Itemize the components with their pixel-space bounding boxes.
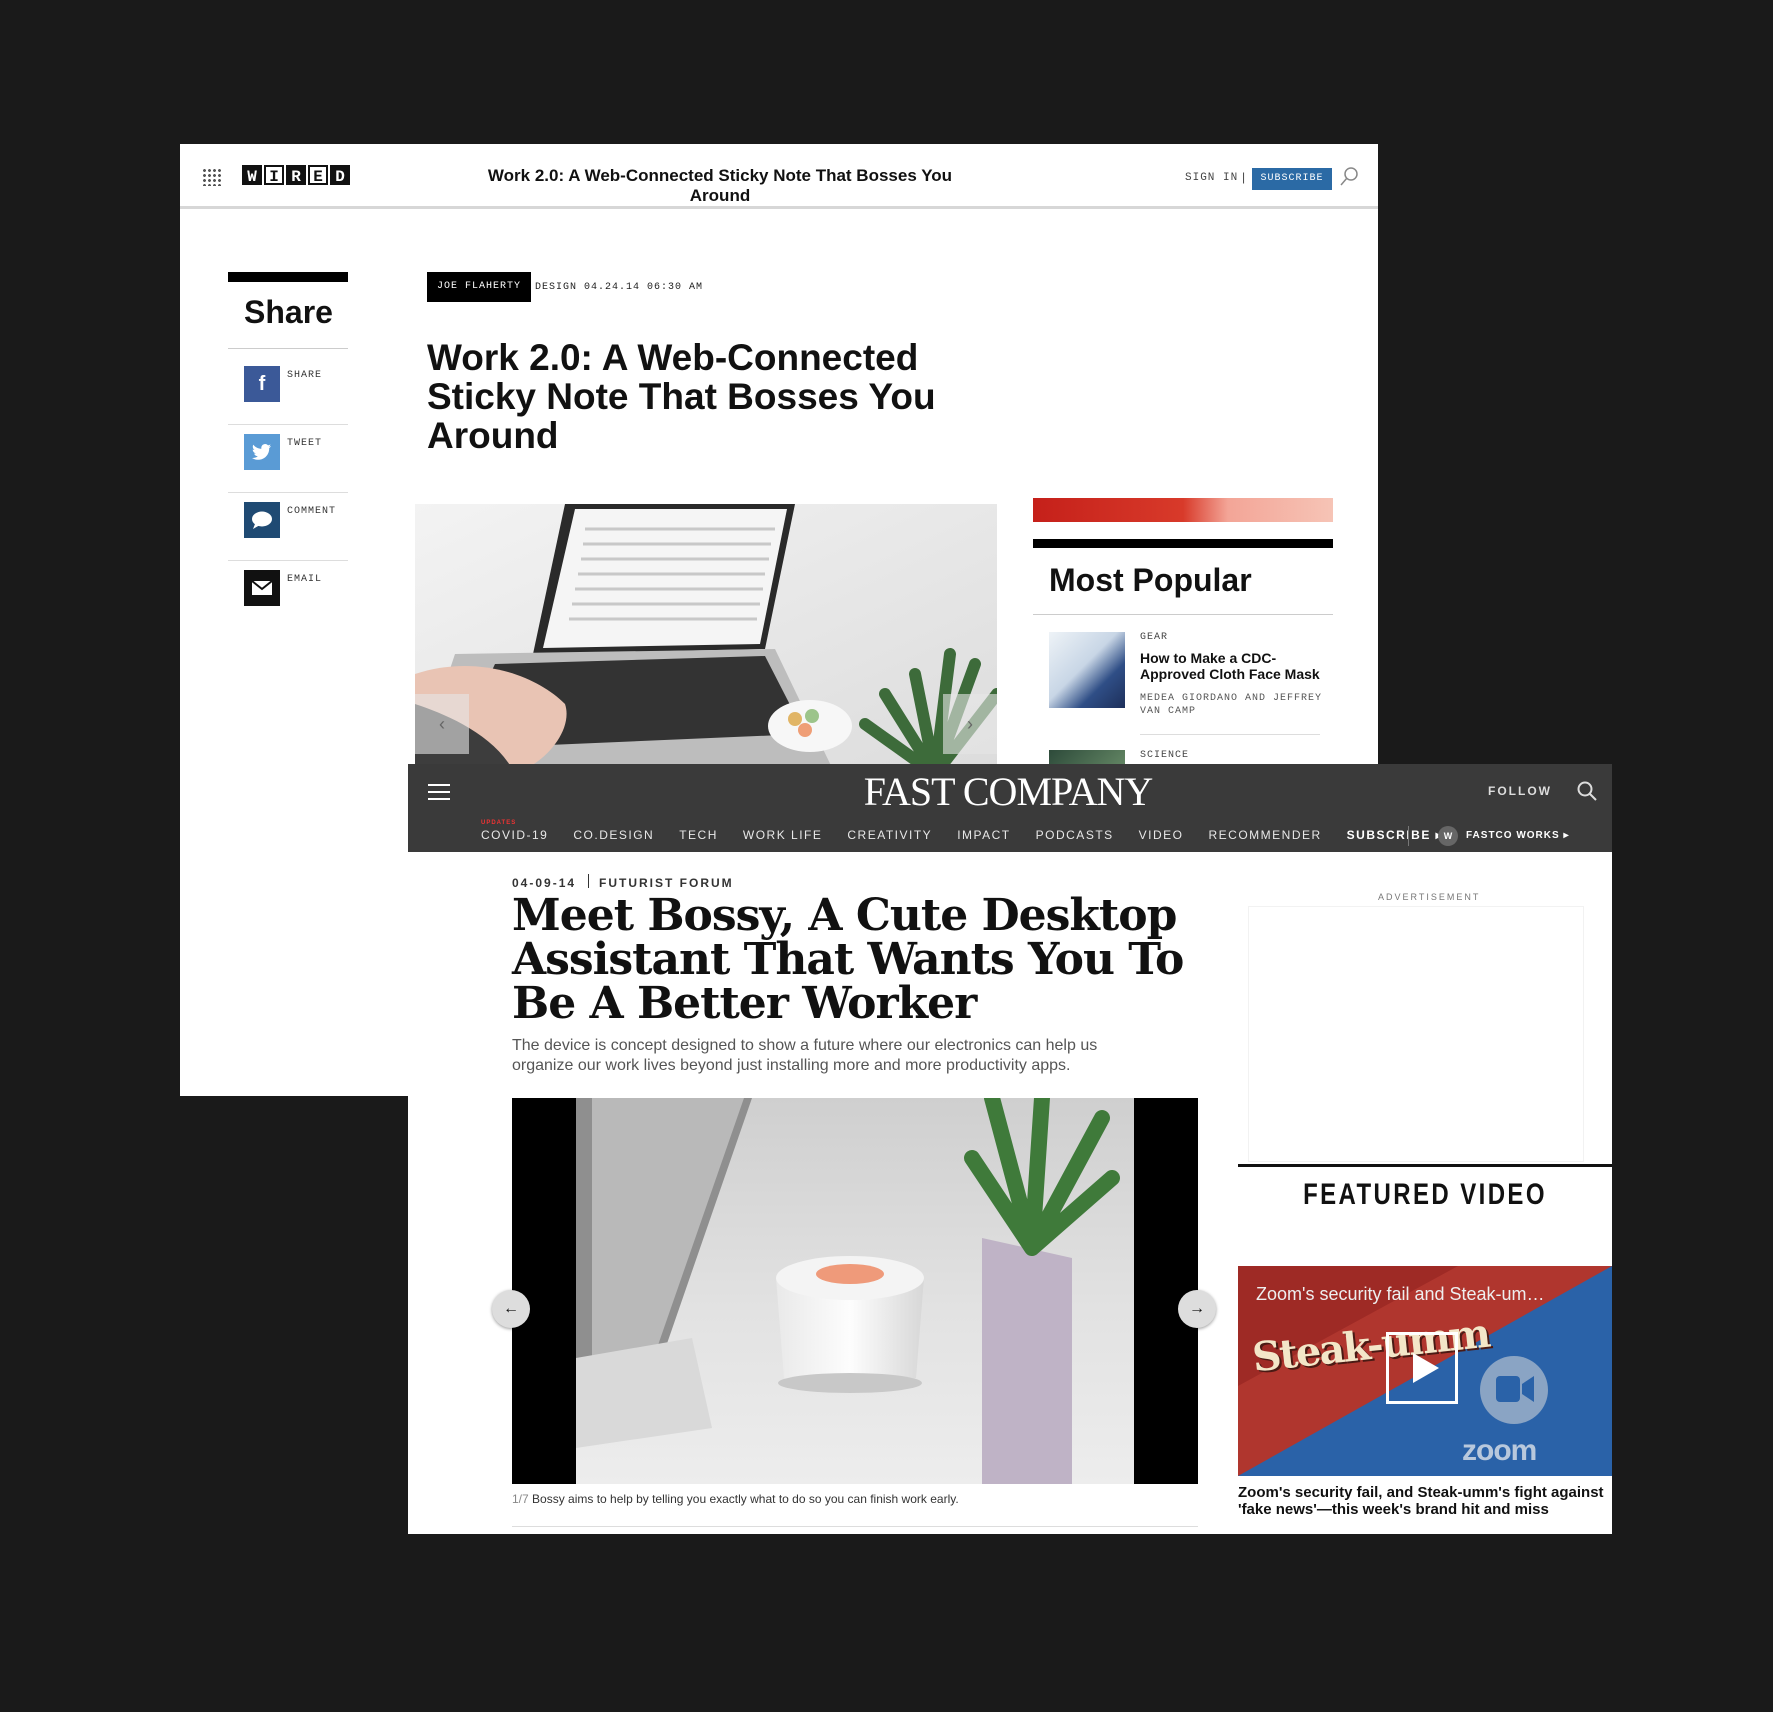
nav-item-recommender[interactable]: RECOMMENDER (1209, 828, 1322, 842)
nav-item-video[interactable]: VIDEO (1139, 828, 1184, 842)
nav-divider (1408, 826, 1409, 846)
search-icon[interactable] (1338, 166, 1360, 188)
share-label: COMMENT (287, 506, 337, 517)
search-icon[interactable] (1576, 780, 1598, 802)
share-twitter-button[interactable]: TWEET (228, 434, 348, 502)
subscribe-button[interactable]: SUBSCRIBE (1252, 168, 1332, 190)
divider (1140, 734, 1320, 735)
grid-menu-icon[interactable] (202, 168, 222, 186)
logo-letter: I (264, 165, 284, 186)
main-nav: COVID-19 CO.DESIGN TECH WORK LIFE CREATI… (481, 828, 1468, 842)
caption-text: Bossy aims to help by telling you exactl… (532, 1492, 959, 1506)
divider (512, 1526, 1198, 1527)
popular-item-headline[interactable]: How to Make a CDC-Approved Cloth Face Ma… (1140, 650, 1320, 682)
twitter-icon (244, 434, 280, 470)
nav-item-tech[interactable]: TECH (679, 828, 718, 842)
nav-item-impact[interactable]: IMPACT (957, 828, 1010, 842)
article-category[interactable]: FUTURIST FORUM (599, 876, 734, 890)
updates-label: UPDATES (481, 820, 517, 826)
facebook-icon: f (244, 366, 280, 402)
hero-image: ‹ › (415, 504, 997, 774)
video-overlay-title: Zoom's security fail and Steak-um… (1256, 1284, 1545, 1304)
most-popular-heading: Most Popular (1049, 562, 1252, 598)
wired-logo[interactable]: W I R E D (242, 165, 350, 186)
meta-separator (588, 874, 589, 888)
wired-header: W I R E D Work 2.0: A Web-Connected Stic… (180, 144, 1378, 209)
fastco-works-link[interactable]: FASTCO WORKS ▸ (1466, 830, 1569, 841)
next-slide-button[interactable]: › (943, 694, 997, 754)
logo-letter: W (242, 165, 262, 186)
sign-in-link[interactable]: SIGN IN (1185, 172, 1238, 184)
logo-letter: D (330, 165, 350, 186)
author-badge[interactable]: JOE FLAHERTY (427, 272, 532, 302)
header-separator: | (1242, 170, 1246, 184)
share-label: TWEET (287, 438, 323, 449)
advertisement-label: ADVERTISEMENT (1378, 892, 1481, 902)
previous-slide-button[interactable]: ← (492, 1290, 530, 1328)
featured-video-player[interactable]: Zoom's security fail and Steak-um… Steak… (1238, 1266, 1612, 1476)
most-popular-accent-bar (1033, 498, 1333, 522)
next-slide-button[interactable]: → (1178, 1290, 1216, 1328)
logo-letter: E (308, 165, 328, 186)
hamburger-menu-icon[interactable] (428, 784, 450, 802)
share-top-bar (228, 272, 348, 282)
nav-item-work-life[interactable]: WORK LIFE (743, 828, 823, 842)
email-icon (244, 570, 280, 606)
popular-item-category[interactable]: GEAR (1140, 632, 1168, 643)
share-comment-button[interactable]: COMMENT (228, 502, 348, 570)
article-meta: DESIGN 04.24.14 06:30 AM (535, 282, 704, 293)
logo-letter: R (286, 165, 306, 186)
fastco-works-logo[interactable]: W (1438, 826, 1458, 846)
nav-item-podcasts[interactable]: PODCASTS (1036, 828, 1114, 842)
nav-item-creativity[interactable]: CREATIVITY (847, 828, 932, 842)
share-facebook-button[interactable]: f SHARE (228, 366, 348, 434)
divider (1033, 614, 1333, 615)
follow-button[interactable]: FOLLOW (1488, 784, 1552, 798)
slide-counter: 1/7 (512, 1492, 529, 1506)
subscribe-link[interactable]: SUBSCRIBE ▸ (1347, 828, 1444, 842)
video-zoom-logo: zoom (1462, 1434, 1537, 1467)
share-email-button[interactable]: EMAIL (244, 570, 348, 638)
featured-video-heading: FEATURED VIDEO (1303, 1178, 1547, 1211)
header-article-title: Work 2.0: A Web-Connected Sticky Note Th… (487, 166, 953, 205)
featured-video-caption[interactable]: Zoom's security fail, and Steak-umm's fi… (1238, 1484, 1608, 1518)
comment-icon (244, 502, 280, 538)
nav-item-covid-19[interactable]: COVID-19 (481, 828, 548, 842)
nav-item-co-design[interactable]: CO.DESIGN (573, 828, 654, 842)
most-popular-top-rule (1033, 539, 1333, 548)
share-heading: Share (244, 294, 333, 330)
slide-caption: 1/7 Bossy aims to help by telling you ex… (512, 1492, 1192, 1506)
popular-item-byline: MEDEA GIORDANO AND JEFFREY VAN CAMP (1140, 693, 1323, 717)
article-headline: Meet Bossy, A Cute Desktop Assistant Tha… (512, 890, 1184, 1029)
slideshow-image (512, 1098, 1198, 1484)
popular-item-category[interactable]: SCIENCE (1140, 750, 1189, 761)
share-label: SHARE (287, 370, 323, 381)
article-deck: The device is concept designed to show a… (512, 1037, 1098, 1074)
popular-item-thumbnail[interactable] (1049, 632, 1125, 708)
article-date: 04-09-14 (512, 876, 577, 890)
play-icon[interactable] (1386, 1332, 1458, 1404)
fastcompany-header: FAST COMPANY FOLLOW UPDATES COVID-19 CO.… (408, 764, 1612, 852)
advertisement-slot[interactable] (1248, 906, 1584, 1162)
divider (228, 348, 348, 349)
fastcompany-logo[interactable]: FAST COMPANY (858, 768, 1158, 815)
previous-slide-button[interactable]: ‹ (415, 694, 469, 754)
featured-video-rule (1238, 1164, 1612, 1167)
article-headline: Work 2.0: A Web-Connected Sticky Note Th… (427, 337, 936, 456)
share-label: EMAIL (287, 574, 323, 585)
fastcompany-window: FAST COMPANY FOLLOW UPDATES COVID-19 CO.… (408, 764, 1612, 1534)
